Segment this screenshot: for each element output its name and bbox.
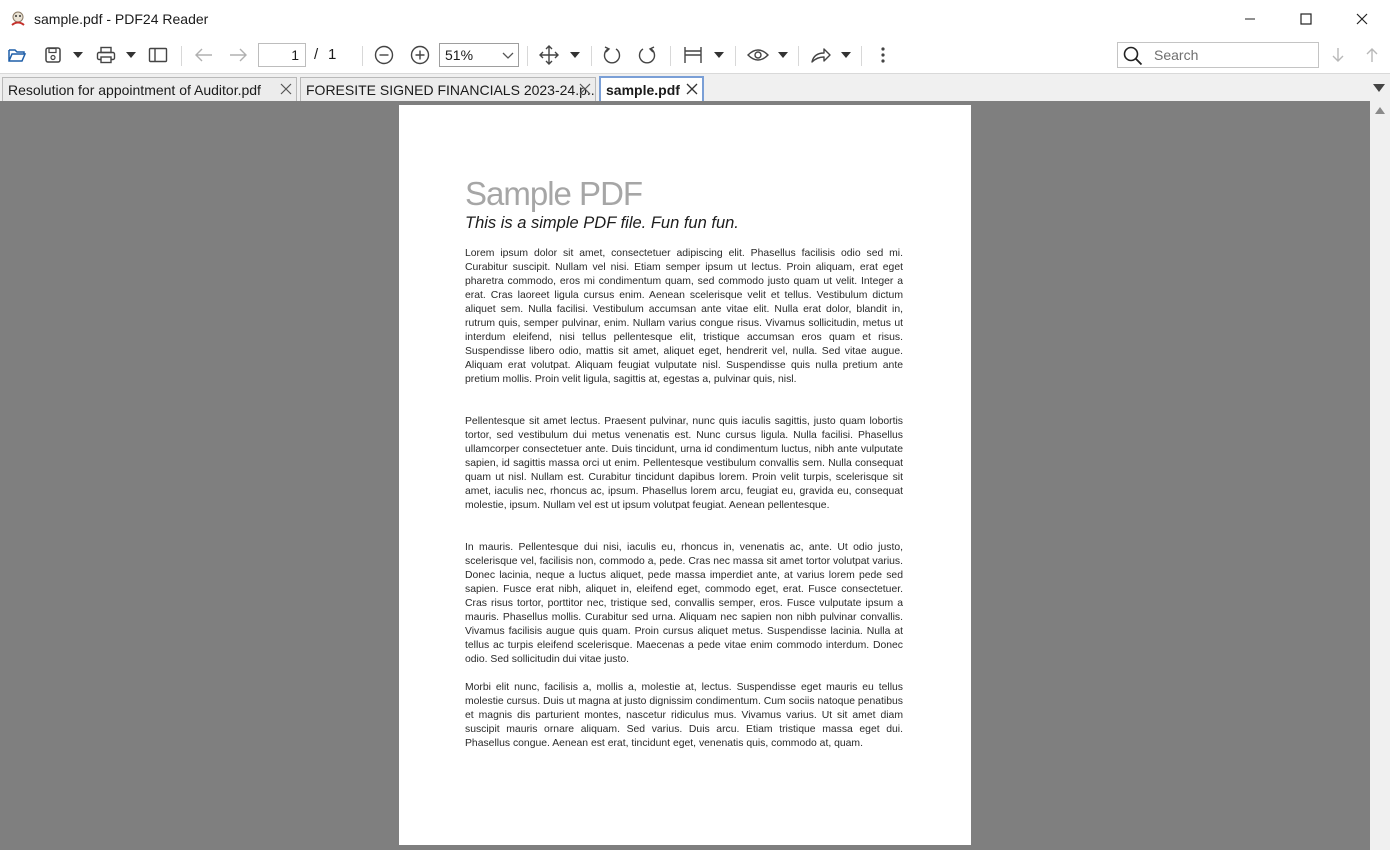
share-dropdown-button[interactable] — [838, 42, 854, 68]
zoom-in-button[interactable] — [408, 42, 432, 68]
caret-down-icon — [73, 52, 83, 58]
paragraph: Morbi elit nunc, facilisis a, mollis a, … — [465, 682, 903, 749]
sidebar-toggle-button[interactable] — [146, 42, 170, 68]
rotate-right-icon — [638, 46, 656, 64]
close-tab-icon[interactable] — [579, 83, 591, 95]
view-mode-button[interactable] — [744, 42, 772, 68]
view-mode-dropdown-button[interactable] — [775, 42, 791, 68]
more-options-button[interactable] — [873, 42, 893, 68]
sidebar-panel-icon — [148, 47, 168, 63]
arrow-left-icon — [195, 48, 212, 62]
caret-down-icon — [126, 52, 136, 58]
search-field[interactable] — [1117, 42, 1319, 68]
save-button[interactable] — [42, 42, 64, 68]
pan-tool-dropdown-button[interactable] — [567, 42, 583, 68]
arrow-down-icon — [1332, 48, 1344, 62]
window-title: sample.pdf - PDF24 Reader — [34, 11, 209, 27]
tab-label: sample.pdf — [606, 82, 680, 98]
zoom-out-button[interactable] — [372, 42, 396, 68]
folder-open-icon — [8, 49, 27, 62]
caret-down-icon — [841, 52, 851, 58]
document-viewer[interactable]: Sample PDF This is a simple PDF file. Fu… — [0, 101, 1370, 850]
eye-icon — [747, 49, 769, 61]
printer-icon — [96, 46, 116, 64]
arrow-up-icon — [1366, 48, 1378, 62]
fit-width-button[interactable] — [681, 42, 705, 68]
caret-down-icon — [570, 52, 580, 58]
paragraph: In mauris. Pellentesque dui nisi, iaculi… — [465, 542, 903, 665]
pdf24-app-icon — [9, 10, 27, 28]
vertical-scrollbar[interactable] — [1370, 101, 1390, 850]
title-bar: sample.pdf - PDF24 Reader — [0, 0, 1390, 38]
caret-down-icon — [778, 52, 788, 58]
close-icon — [1356, 13, 1368, 25]
tab-label: FORESITE SIGNED FINANCIALS 2023-24.p... — [306, 81, 596, 98]
document-subtitle: This is a simple PDF file. Fun fun fun. — [465, 214, 739, 232]
close-tab-icon[interactable] — [280, 83, 292, 95]
tab-list-dropdown-icon[interactable] — [1373, 84, 1385, 92]
move-arrows-icon — [539, 45, 559, 65]
search-icon — [1123, 46, 1143, 66]
zoom-level-select[interactable]: 51% — [439, 43, 519, 67]
page-total: 1 — [328, 46, 337, 63]
search-input[interactable] — [1154, 46, 1314, 64]
rotate-right-button[interactable] — [635, 42, 659, 68]
page-number-input[interactable]: 1 — [258, 43, 306, 67]
print-button[interactable] — [94, 42, 118, 68]
tab-resolution-auditor[interactable]: Resolution for appointment of Auditor.pd… — [2, 77, 297, 101]
pdf-page: Sample PDF This is a simple PDF file. Fu… — [399, 105, 971, 845]
share-arrow-icon — [811, 48, 831, 63]
scroll-up-arrow-icon[interactable] — [1375, 107, 1385, 114]
close-window-button[interactable] — [1334, 0, 1390, 38]
chevron-down-icon — [502, 52, 514, 59]
fit-width-icon — [684, 47, 702, 63]
close-tab-icon[interactable] — [686, 83, 698, 95]
open-file-button[interactable] — [5, 42, 29, 68]
more-vertical-icon — [881, 47, 885, 63]
zoom-out-icon — [374, 45, 394, 65]
minimize-button[interactable] — [1222, 0, 1278, 38]
share-button[interactable] — [807, 42, 835, 68]
paragraph: Pellentesque sit amet lectus. Praesent p… — [465, 416, 903, 511]
save-icon — [45, 47, 61, 63]
toolbar: 1 / 1 51% — [0, 38, 1390, 72]
save-dropdown-button[interactable] — [70, 42, 86, 68]
maximize-icon — [1300, 13, 1312, 25]
search-previous-button[interactable] — [1361, 42, 1383, 68]
pan-tool-button[interactable] — [537, 42, 561, 68]
zoom-level-value: 51% — [445, 47, 474, 63]
print-dropdown-button[interactable] — [123, 42, 139, 68]
caret-down-icon — [714, 52, 724, 58]
tab-label: Resolution for appointment of Auditor.pd… — [8, 81, 261, 98]
document-tab-bar: Resolution for appointment of Auditor.pd… — [0, 73, 1390, 102]
page-separator: / — [314, 46, 319, 63]
maximize-button[interactable] — [1278, 0, 1334, 38]
rotate-left-icon — [603, 46, 621, 64]
arrow-right-icon — [230, 48, 247, 62]
zoom-in-icon — [410, 45, 430, 65]
search-next-button[interactable] — [1327, 42, 1349, 68]
fit-dropdown-button[interactable] — [711, 42, 727, 68]
minimize-icon — [1245, 18, 1255, 20]
paragraph: Lorem ipsum dolor sit amet, consectetuer… — [465, 248, 903, 385]
tab-sample-pdf[interactable]: sample.pdf — [599, 76, 704, 102]
tab-foresite-financials[interactable]: FORESITE SIGNED FINANCIALS 2023-24.p... — [300, 77, 596, 101]
forward-button[interactable] — [226, 42, 250, 68]
rotate-left-button[interactable] — [600, 42, 624, 68]
document-title: Sample PDF — [465, 175, 643, 212]
back-button[interactable] — [192, 42, 216, 68]
